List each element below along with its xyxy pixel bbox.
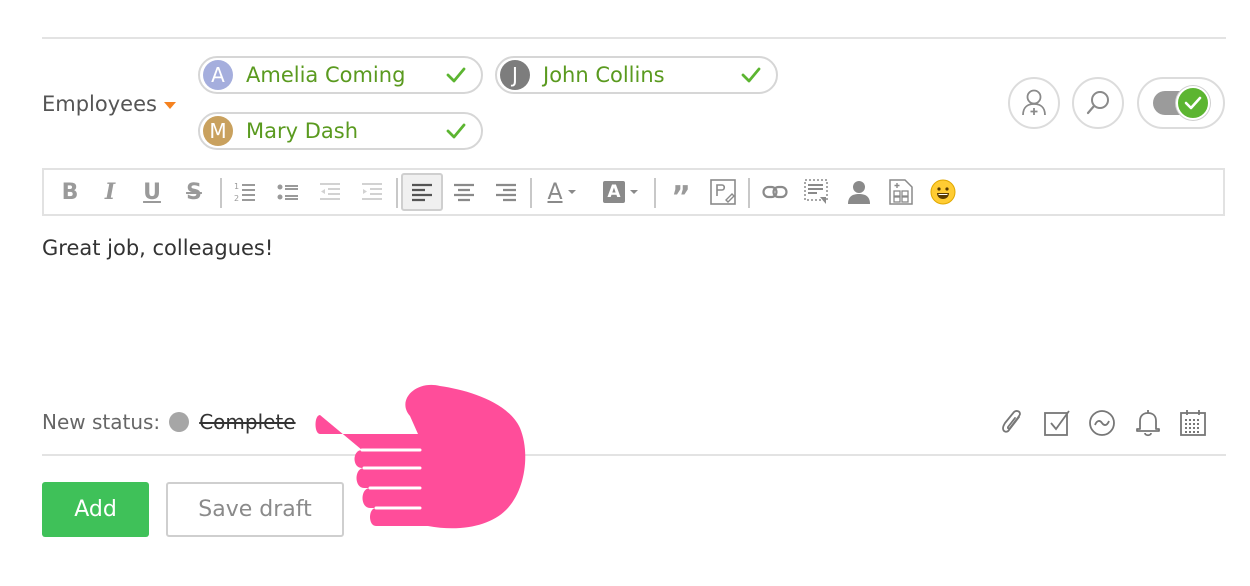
emoji-button[interactable] bbox=[926, 170, 960, 214]
font-color-icon: A bbox=[547, 179, 563, 205]
chevron-down-icon bbox=[567, 190, 576, 194]
clock-icon bbox=[1089, 410, 1115, 436]
unordered-list-button[interactable] bbox=[272, 170, 304, 214]
template-icon bbox=[804, 179, 828, 204]
image-icon bbox=[710, 179, 736, 205]
align-center-icon bbox=[454, 183, 474, 202]
bold-button[interactable]: B bbox=[54, 170, 86, 214]
outdent-icon bbox=[320, 183, 340, 200]
bold-icon: B bbox=[61, 179, 79, 205]
toggle-knob bbox=[1176, 86, 1210, 120]
search-button[interactable] bbox=[1072, 77, 1124, 129]
strikethrough-button[interactable]: S bbox=[178, 170, 210, 214]
pointing-hand-icon bbox=[315, 384, 526, 529]
align-center-button[interactable] bbox=[448, 170, 480, 214]
highlight-color-icon: A bbox=[603, 181, 625, 203]
bell-icon bbox=[1136, 410, 1160, 437]
toolbar-separator bbox=[530, 178, 532, 208]
status-label: New status: bbox=[42, 410, 161, 434]
underline-icon: U bbox=[143, 179, 161, 205]
align-right-button[interactable] bbox=[490, 170, 522, 214]
reminder-button[interactable] bbox=[1133, 408, 1163, 438]
font-color-button[interactable]: A bbox=[538, 170, 586, 214]
table-icon bbox=[889, 179, 913, 205]
add-checklist-button[interactable] bbox=[1042, 408, 1072, 438]
toolbar-separator bbox=[396, 178, 398, 208]
ordered-list-icon: 1 2 bbox=[234, 182, 255, 203]
status-value[interactable]: Complete bbox=[199, 410, 295, 434]
check-icon bbox=[1184, 96, 1202, 110]
insert-user-button[interactable] bbox=[842, 170, 876, 214]
add-participant-button[interactable] bbox=[1008, 77, 1060, 129]
highlight-color-button[interactable]: A bbox=[596, 170, 646, 214]
avatar: J bbox=[500, 60, 530, 90]
employee-chip-amelia[interactable]: A Amelia Coming bbox=[198, 56, 483, 94]
employees-label: Employees bbox=[42, 92, 157, 116]
employee-chip-mary[interactable]: M Mary Dash bbox=[198, 112, 483, 150]
underline-button[interactable]: U bbox=[136, 170, 168, 214]
svg-text:1: 1 bbox=[234, 182, 239, 191]
employee-name: John Collins bbox=[543, 63, 665, 87]
status-row: New status: Complete bbox=[42, 410, 296, 434]
employee-name: Amelia Coming bbox=[246, 63, 406, 87]
employee-chip-john[interactable]: J John Collins bbox=[495, 56, 778, 94]
emoji-icon bbox=[930, 179, 956, 205]
outdent-button[interactable] bbox=[314, 170, 346, 214]
link-icon bbox=[762, 185, 788, 199]
status-dot bbox=[169, 412, 190, 432]
attach-file-button[interactable] bbox=[997, 408, 1027, 438]
toolbar-separator bbox=[220, 178, 222, 208]
align-right-icon bbox=[496, 183, 516, 202]
calendar-icon bbox=[1180, 410, 1206, 436]
search-icon bbox=[1086, 91, 1109, 115]
strikethrough-icon: S bbox=[186, 179, 202, 205]
employee-name: Mary Dash bbox=[246, 119, 359, 143]
insert-table-button[interactable] bbox=[884, 170, 918, 214]
avatar: M bbox=[203, 116, 233, 146]
svg-text:2: 2 bbox=[234, 194, 239, 203]
italic-button[interactable]: I bbox=[94, 170, 126, 214]
editor-content[interactable]: Great job, colleagues! bbox=[42, 236, 273, 260]
checkbox-icon bbox=[1044, 410, 1070, 436]
visibility-toggle[interactable] bbox=[1137, 77, 1225, 129]
user-icon bbox=[848, 181, 870, 204]
check-icon bbox=[446, 123, 466, 139]
indent-button[interactable] bbox=[356, 170, 388, 214]
unordered-list-icon bbox=[277, 184, 298, 200]
avatar: A bbox=[203, 60, 233, 90]
add-user-icon bbox=[1022, 89, 1046, 116]
align-left-icon bbox=[412, 183, 432, 202]
toolbar-separator bbox=[748, 178, 750, 208]
check-icon bbox=[446, 67, 466, 83]
italic-icon: I bbox=[104, 179, 116, 205]
chevron-down-icon bbox=[630, 190, 638, 194]
caret-down-icon bbox=[163, 101, 176, 109]
history-button[interactable] bbox=[1087, 408, 1117, 438]
add-button[interactable]: Add bbox=[42, 482, 149, 537]
indent-icon bbox=[362, 183, 382, 200]
link-button[interactable] bbox=[758, 170, 792, 214]
quote-icon: ” bbox=[671, 179, 691, 215]
toolbar-separator bbox=[654, 178, 656, 208]
quote-button[interactable]: ” bbox=[664, 170, 696, 215]
insert-template-button[interactable] bbox=[800, 170, 834, 214]
align-left-button[interactable] bbox=[401, 173, 443, 211]
paperclip-icon bbox=[1002, 410, 1021, 433]
employees-dropdown[interactable]: Employees bbox=[42, 90, 176, 118]
calendar-button[interactable] bbox=[1178, 408, 1208, 438]
check-icon bbox=[741, 67, 761, 83]
editor-toolbar: B I U S 1 2 A A ” bbox=[42, 168, 1225, 216]
ordered-list-button[interactable]: 1 2 bbox=[229, 170, 261, 214]
insert-image-button[interactable] bbox=[706, 170, 740, 214]
top-divider bbox=[42, 37, 1226, 39]
bottom-divider bbox=[42, 454, 1226, 456]
